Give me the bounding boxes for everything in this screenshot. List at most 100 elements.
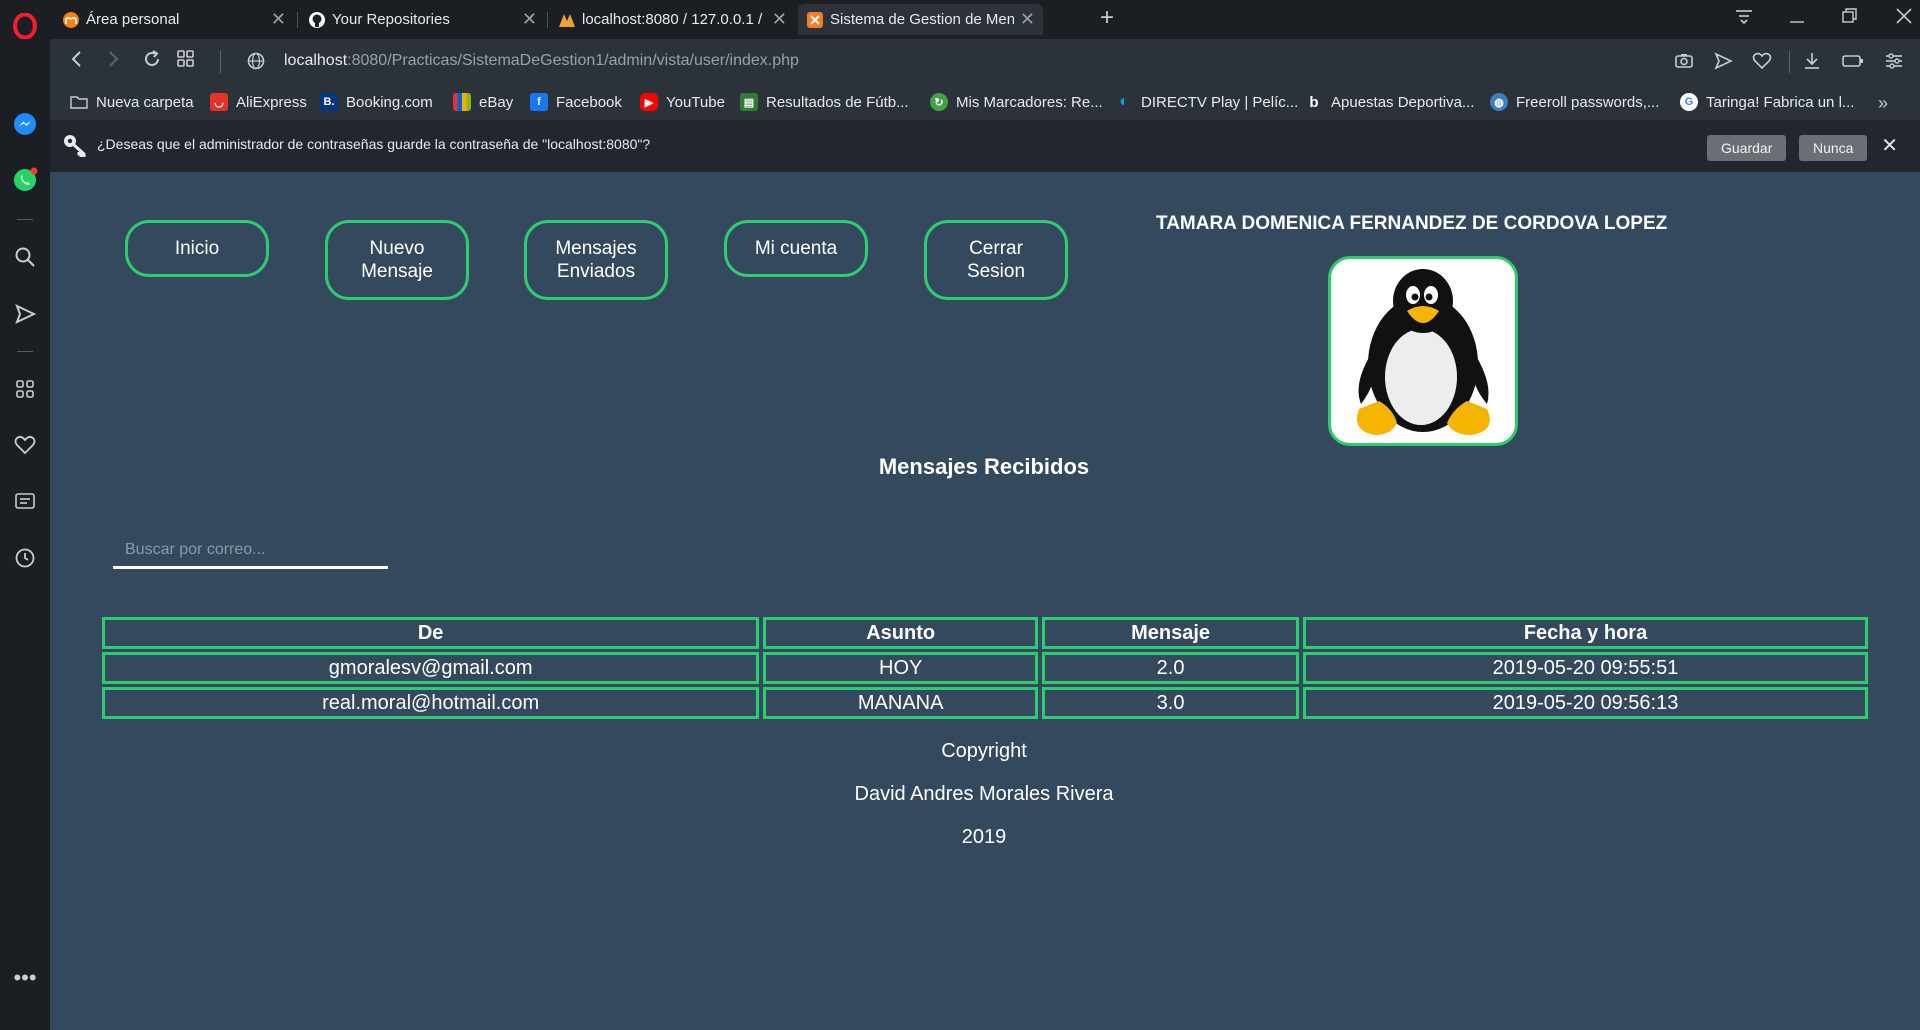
mi-cuenta-label: Mi cuenta [754,238,838,259]
globe-icon: ◍ [1490,93,1508,111]
url-field[interactable]: localhost:8080/Practicas/SistemaDeGestio… [284,52,799,70]
close-icon[interactable]: ✕ [772,9,787,30]
speed-dial-icon[interactable] [11,375,39,403]
column-header-mensaje: Mensaje [1042,617,1300,649]
footer-copyright: Copyright [941,740,1027,762]
opera-logo-icon[interactable] [11,12,39,40]
page-content: Inicio Nuevo Mensaje Mensajes Enviados M… [50,172,1920,1030]
bookmark-facebook[interactable]: f Facebook [530,93,622,111]
folder-icon [70,93,88,111]
heart-icon[interactable] [11,431,39,459]
bookmark-label: Taringa! Fabrica un l... [1706,93,1855,111]
close-icon[interactable]: ✕ [522,9,537,30]
table-row[interactable]: real.moral@hotmail.com MANANA 3.0 2019-0… [102,687,1868,719]
back-icon[interactable] [68,49,86,75]
more-bookmarks-icon[interactable]: » [1878,93,1888,114]
cerrar-sesion-button[interactable]: Cerrar Sesion [924,220,1068,300]
tux-penguin-icon [1357,269,1490,435]
bookmark-label: Booking.com [346,93,433,111]
user-name: TAMARA DOMENICA FERNANDEZ DE CORDOVA LOP… [1156,213,1668,234]
key-icon [62,133,88,163]
column-header-asunto: Asunto [763,617,1039,649]
new-tab-icon[interactable]: + [1100,4,1114,32]
xampp-icon [806,11,824,29]
booking-icon: B. [320,93,338,111]
site-info-icon[interactable] [246,51,266,77]
send-page-icon[interactable] [1713,51,1733,76]
nuevo-mensaje-button[interactable]: Nuevo Mensaje [325,220,469,300]
bookmark-heart-icon[interactable] [1752,51,1772,76]
download-icon[interactable] [1802,51,1822,76]
search-icon[interactable] [11,243,39,271]
nuevo-mensaje-label: Nuevo [369,238,425,259]
aliexpress-icon: ◡ [210,93,228,111]
reload-icon[interactable] [142,49,162,75]
minimize-icon[interactable] [1787,6,1807,32]
bookmark-taringa[interactable]: G Taringa! Fabrica un l... [1680,93,1854,111]
mensajes-enviados-button[interactable]: Mensajes Enviados [524,220,668,300]
tab-phpmyadmin[interactable]: localhost:8080 / 127.0.0.1 / ✕ [550,4,795,35]
close-icon[interactable]: ✕ [1020,9,1035,30]
bookmark-label: DIRECTV Play | Pelíc... [1141,93,1299,111]
tab-sistema-gestion[interactable]: Sistema de Gestion de Men ✕ [798,4,1043,35]
directv-icon: ◐ [1119,93,1129,110]
history-icon[interactable] [11,544,39,572]
whatsapp-icon[interactable] [11,166,39,194]
avatar [1328,256,1518,446]
bookmark-aliexpress[interactable]: ◡ AliExpress [210,93,307,111]
cerrar-sesion-label: Sesion [966,261,1026,282]
tab-your-repositories[interactable]: Your Repositories ✕ [300,4,545,35]
tab-menu-icon[interactable] [1733,6,1755,32]
bookmark-ebay[interactable]: eBay [453,93,513,111]
tab-area-personal[interactable]: Área personal ✕ [54,4,294,35]
tab-title: Your Repositories [332,11,450,28]
close-icon[interactable]: ✕ [1881,133,1898,158]
search-input[interactable] [113,533,388,569]
bookmark-apuestas[interactable]: b Apuestas Deportiva... [1305,93,1474,111]
bookmarks-bar: Nueva carpeta ◡ AliExpress B. Booking.co… [50,86,1920,120]
cell-mensaje: 3.0 [1042,687,1300,719]
tabs-grid-icon[interactable] [176,49,196,75]
footer-year: 2019 [961,826,1007,848]
facebook-icon: f [530,93,548,111]
bookmark-label: Apuestas Deportiva... [1331,93,1475,111]
cell-de: real.moral@hotmail.com [102,687,760,719]
save-password-button[interactable]: Guardar [1707,135,1787,161]
inicio-button[interactable]: Inicio [125,220,269,277]
bookmark-resultados-futbol[interactable]: ▤ Resultados de Fútb... [740,93,909,111]
bookmark-nueva-carpeta[interactable]: Nueva carpeta [70,93,194,111]
never-button[interactable]: Nunca [1799,135,1868,161]
news-icon[interactable] [11,487,39,515]
bookmark-label: Resultados de Fútb... [766,93,909,111]
cell-fecha: 2019-05-20 09:55:51 [1303,652,1868,684]
easy-setup-icon[interactable] [1884,51,1904,76]
battery-icon[interactable] [1842,51,1864,76]
restore-icon[interactable] [1840,6,1860,32]
bwin-icon: b [1309,93,1319,111]
cell-asunto: HOY [763,652,1039,684]
messenger-icon[interactable] [11,110,39,138]
tab-bar: Área personal ✕ Your Repositories ✕ loca… [50,0,1920,39]
close-icon[interactable]: ✕ [271,9,286,30]
bookmark-label: Facebook [556,93,622,111]
close-window-icon[interactable] [1894,6,1914,32]
more-icon[interactable]: ••• [11,964,39,992]
forward-icon[interactable] [104,49,122,75]
url-host: localhost [284,52,348,69]
bookmark-directv[interactable]: ◐ DIRECTV Play | Pelíc... [1115,93,1298,111]
bookmark-youtube[interactable]: ▶ YouTube [640,93,725,111]
table-row[interactable]: gmoralesv@gmail.com HOY 2.0 2019-05-20 0… [102,652,1868,684]
cell-mensaje: 2.0 [1042,652,1300,684]
phpmyadmin-icon [558,11,576,29]
camera-icon[interactable] [1674,51,1694,76]
moodle-icon [62,11,80,29]
mi-cuenta-button[interactable]: Mi cuenta [724,220,868,277]
address-bar: localhost:8080/Practicas/SistemaDeGestio… [50,39,1920,86]
bookmark-freeroll[interactable]: ◍ Freeroll passwords,... [1490,93,1659,111]
google-icon: G [1680,93,1698,111]
column-header-fecha: Fecha y hora [1303,617,1868,649]
bookmark-booking[interactable]: B. Booking.com [320,93,433,111]
bookmark-label: Mis Marcadores: Re... [956,93,1103,111]
send-icon[interactable] [11,300,39,328]
bookmark-mis-marcadores[interactable]: ↻ Mis Marcadores: Re... [930,93,1103,111]
